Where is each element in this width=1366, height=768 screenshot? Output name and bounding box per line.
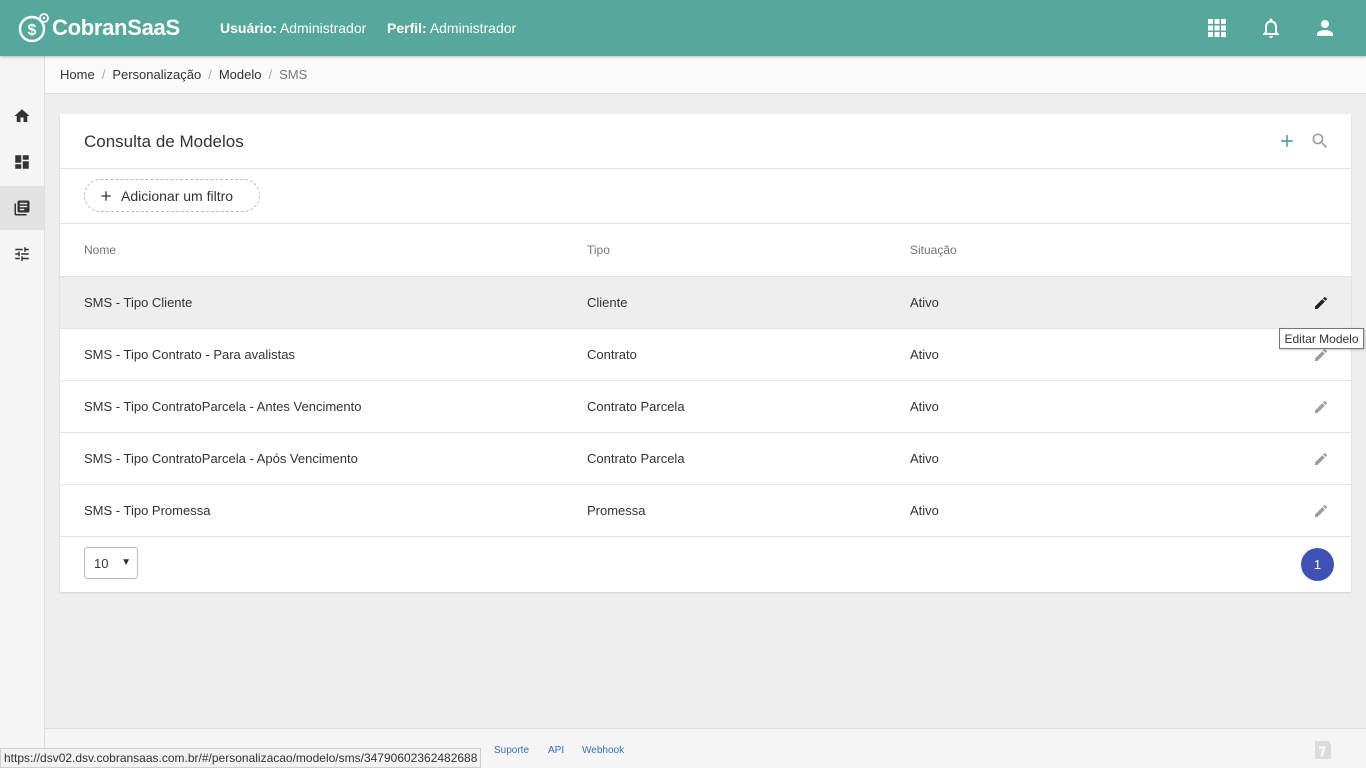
breadcrumb-separator: /: [101, 67, 106, 82]
user-icon[interactable]: [1313, 16, 1337, 40]
cell-situacao: Ativo: [910, 399, 939, 414]
page-size-value: 10: [94, 555, 109, 571]
brand-name: CobranSaaS: [52, 15, 180, 40]
plus-icon: [101, 190, 111, 201]
cell-tipo: Contrato: [587, 347, 637, 362]
breadcrumb-separator: /: [208, 67, 212, 82]
column-header-situacao[interactable]: Situação: [910, 243, 957, 257]
edit-icon[interactable]: [1313, 295, 1329, 311]
cell-situacao: Ativo: [910, 295, 939, 310]
page-button-current[interactable]: 1: [1301, 548, 1334, 581]
bell-icon[interactable]: [1259, 16, 1283, 40]
page-size-select[interactable]: 10 ▼: [84, 547, 138, 579]
add-filter-button[interactable]: Adicionar um filtro: [84, 179, 260, 212]
sidebar-item-dashboard[interactable]: [0, 140, 44, 184]
footer-link-suporte[interactable]: Suporte: [494, 745, 529, 756]
top-bar: $ CobranSaaS Usuário: Administrador Perf…: [0, 0, 1366, 56]
library-icon: [14, 200, 30, 216]
profile-info: Perfil: Administrador: [387, 20, 516, 36]
edit-icon[interactable]: [1313, 503, 1329, 519]
edit-icon[interactable]: [1313, 451, 1329, 467]
cell-nome: SMS - Tipo Promessa: [84, 503, 211, 518]
cell-nome: SMS - Tipo ContratoParcela - Antes Venci…: [84, 399, 362, 414]
cell-tipo: Contrato Parcela: [587, 451, 685, 466]
footer-logo-icon: [1315, 741, 1331, 759]
add-icon[interactable]: [1277, 131, 1297, 151]
cell-tipo: Cliente: [587, 295, 628, 310]
cell-situacao: Ativo: [910, 503, 939, 518]
home-icon: [14, 109, 30, 122]
cell-nome: SMS - Tipo Cliente: [84, 295, 193, 310]
table-header: Nome Tipo Situação: [60, 224, 1351, 277]
sidebar-item-settings[interactable]: [0, 232, 44, 276]
apps-grid-icon[interactable]: [1205, 16, 1229, 40]
cell-situacao: Ativo: [910, 347, 939, 362]
table-row[interactable]: SMS - Tipo ContratoParcela - Antes Venci…: [60, 381, 1351, 433]
table-row[interactable]: SMS - Tipo ContratoParcela - Após Vencim…: [60, 433, 1351, 485]
cell-tipo: Contrato Parcela: [587, 399, 685, 414]
svg-text:$: $: [28, 22, 37, 39]
models-card: Consulta de Modelos Adicionar um filtro …: [60, 114, 1351, 592]
column-header-tipo[interactable]: Tipo: [587, 243, 610, 257]
breadcrumb-home[interactable]: Home: [60, 67, 95, 82]
sidebar-item-home[interactable]: [0, 94, 44, 138]
column-header-nome[interactable]: Nome: [84, 243, 116, 257]
table-row[interactable]: SMS - Tipo Promessa Promessa Ativo: [60, 485, 1351, 537]
page-title: Consulta de Modelos: [84, 132, 244, 151]
table-row[interactable]: SMS - Tipo Cliente Cliente Ativo: [60, 277, 1351, 329]
caret-down-icon: ▼: [121, 557, 131, 568]
breadcrumb-sms: SMS: [279, 67, 308, 82]
cell-situacao: Ativo: [910, 451, 939, 466]
pagination-row: 10 ▼ 1: [60, 537, 1351, 592]
brand-logo[interactable]: $ CobranSaaS: [18, 12, 180, 44]
sidebar-item-library[interactable]: [0, 186, 44, 230]
user-info: Usuário: Administrador: [220, 20, 366, 36]
edit-tooltip: Editar Modelo: [1279, 328, 1364, 349]
profile-label: Perfil:: [387, 20, 427, 36]
edit-icon[interactable]: [1313, 399, 1329, 415]
profile-value: Administrador: [429, 20, 517, 36]
cell-nome: SMS - Tipo Contrato - Para avalistas: [84, 347, 295, 362]
sidebar: [0, 56, 45, 768]
footer-link-webhook[interactable]: Webhook: [582, 745, 624, 756]
cell-nome: SMS - Tipo ContratoParcela - Após Vencim…: [84, 451, 358, 466]
breadcrumb-separator: /: [268, 67, 273, 82]
breadcrumb: Home / Personalização / Modelo / SMS: [45, 56, 1366, 94]
edit-icon[interactable]: [1313, 347, 1329, 363]
card-header: Consulta de Modelos: [60, 114, 1351, 169]
breadcrumb-personalizacao[interactable]: Personalização: [112, 67, 201, 82]
table-row[interactable]: SMS - Tipo Contrato - Para avalistas Con…: [60, 329, 1351, 381]
cell-tipo: Promessa: [587, 503, 646, 518]
search-icon[interactable]: [1310, 131, 1330, 151]
status-bar-url: https://dsv02.dsv.cobransaas.com.br/#/pe…: [0, 748, 482, 768]
footer-link-api[interactable]: API: [548, 745, 564, 756]
breadcrumb-modelo[interactable]: Modelo: [219, 67, 262, 82]
user-label: Usuário:: [220, 20, 277, 36]
filter-row: Adicionar um filtro: [60, 169, 1351, 224]
tune-icon: [15, 247, 29, 261]
add-filter-label: Adicionar um filtro: [121, 187, 234, 204]
user-value: Administrador: [279, 20, 367, 36]
dashboard-icon: [15, 155, 29, 169]
cobransaas-logo-icon: $: [18, 13, 49, 43]
